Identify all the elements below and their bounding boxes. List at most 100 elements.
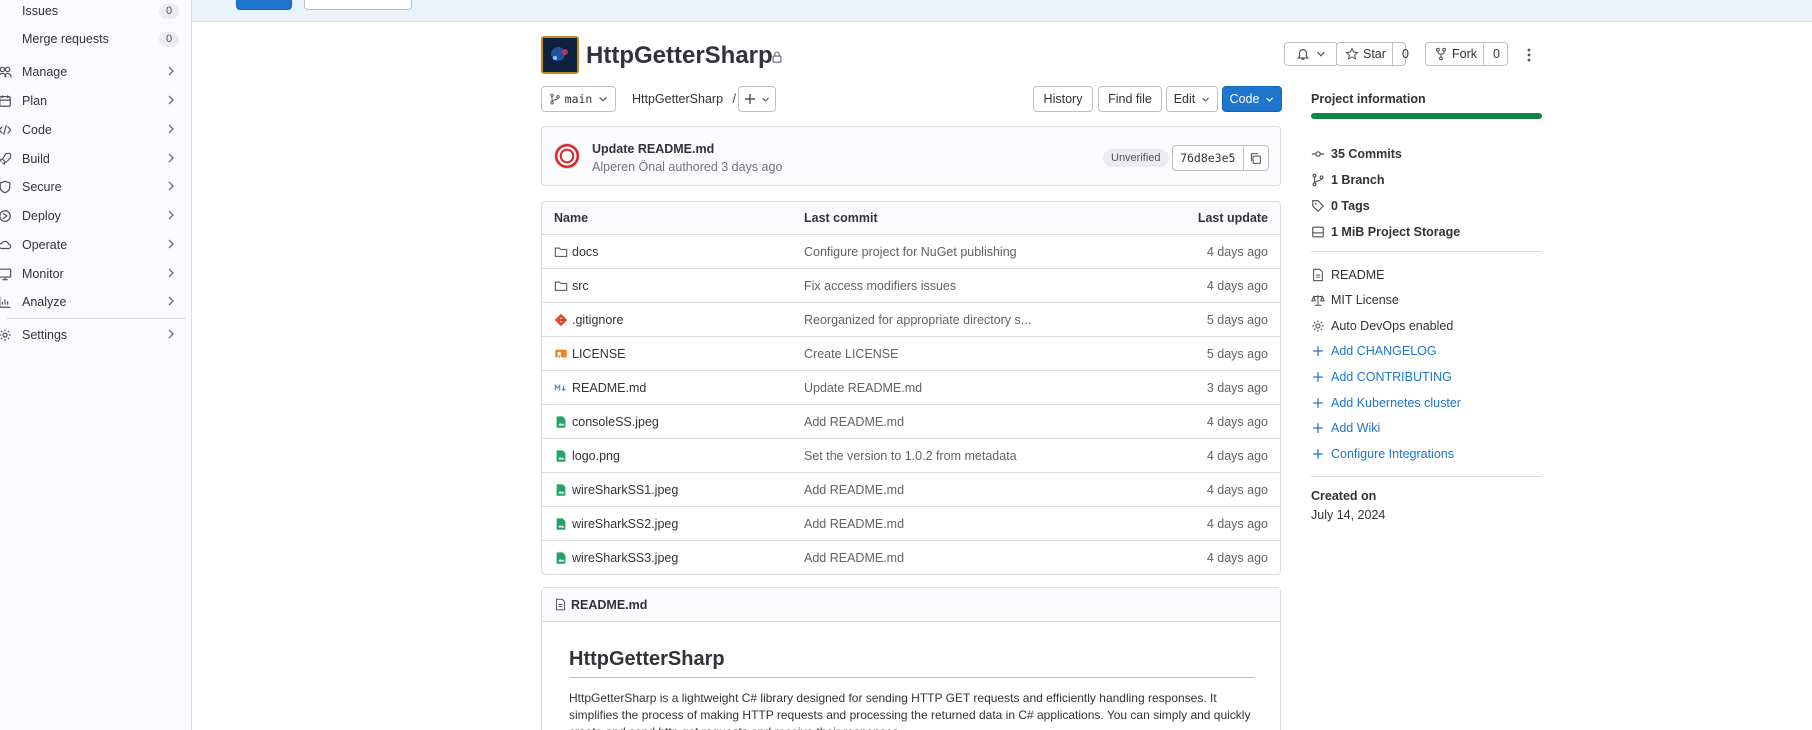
tags-link[interactable]: 0 Tags <box>1311 199 1370 213</box>
commit-message-link[interactable]: Create LICENSE <box>804 347 898 361</box>
table-row[interactable]: consoleSS.jpeg Add README.md 4 days ago <box>542 404 1280 438</box>
storage-icon <box>1312 226 1324 238</box>
sidebar-item-deploy[interactable]: Deploy <box>0 203 191 229</box>
file-name-link[interactable]: consoleSS.jpeg <box>572 415 659 429</box>
table-row[interactable]: wireSharkSS1.jpeg Add README.md 4 days a… <box>542 472 1280 506</box>
commit-message-link[interactable]: Fix access modifiers issues <box>804 279 956 293</box>
sidebar-item-code[interactable]: Code <box>0 117 191 143</box>
image-icon <box>556 552 566 564</box>
license-link[interactable]: MIT License <box>1311 293 1399 307</box>
branch-selector[interactable]: main <box>541 86 616 112</box>
readme-link-label: README <box>1331 268 1385 282</box>
scale-icon <box>1311 294 1325 306</box>
add-kubernetes-label: Add Kubernetes cluster <box>1331 396 1461 410</box>
chevron-right-icon <box>168 181 174 191</box>
add-contributing-link[interactable]: Add CONTRIBUTING <box>1311 370 1452 384</box>
file-name-link[interactable]: logo.png <box>572 449 620 463</box>
configure-integrations-link[interactable]: Configure Integrations <box>1311 447 1454 461</box>
commit-message-link[interactable]: Add README.md <box>804 551 904 565</box>
table-row[interactable]: src Fix access modifiers issues 4 days a… <box>542 268 1280 302</box>
more-actions-icon[interactable] <box>1521 47 1537 63</box>
sidebar-item-plan[interactable]: Plan <box>0 88 191 114</box>
project-title[interactable]: HttpGetterSharp <box>586 42 773 70</box>
star-button[interactable]: Star 0 <box>1336 42 1409 66</box>
commit-message-link[interactable]: Add README.md <box>804 483 904 497</box>
sidebar-item-issues[interactable]: Issues 0 <box>0 0 191 24</box>
fork-count: 0 <box>1483 43 1509 65</box>
last-commit-column-header: Last commit <box>804 211 878 225</box>
file-name-link[interactable]: LICENSE <box>572 347 626 361</box>
find-file-button[interactable]: Find file <box>1098 86 1162 112</box>
last-update: 3 days ago <box>1206 381 1268 395</box>
branches-link[interactable]: 1 Branch <box>1311 173 1385 187</box>
issues-count-badge: 0 <box>159 4 179 19</box>
breadcrumb-project-link[interactable]: HttpGetterSharp <box>632 92 723 106</box>
language-bar[interactable] <box>1311 113 1542 119</box>
commit-message-link[interactable]: Update README.md <box>804 381 922 395</box>
cloud-icon <box>0 240 12 250</box>
commit-message-link[interactable]: Reorganized for appropriate directory s.… <box>804 313 1031 327</box>
add-wiki-link[interactable]: Add Wiki <box>1311 421 1380 435</box>
author-avatar[interactable] <box>554 143 580 169</box>
auto-devops-link[interactable]: Auto DevOps enabled <box>1311 319 1453 333</box>
table-header: Name Last commit Last update <box>542 202 1280 234</box>
table-row[interactable]: docs Configure project for NuGet publish… <box>542 234 1280 268</box>
copy-sha-button[interactable] <box>1244 146 1268 170</box>
plus-icon <box>1313 346 1323 356</box>
last-update: 4 days ago <box>1206 551 1268 565</box>
banner-secondary-button[interactable] <box>304 0 412 10</box>
sidebar-item-build[interactable]: Build <box>0 146 191 172</box>
image-icon <box>556 484 566 496</box>
readme-heading: HttpGetterSharp <box>569 648 1255 678</box>
markdown-icon <box>554 383 566 392</box>
commit-title-link[interactable]: Update README.md <box>592 142 714 156</box>
file-name-link[interactable]: wireSharkSS2.jpeg <box>572 517 678 531</box>
doc-icon <box>555 598 566 611</box>
commits-link[interactable]: 35 Commits <box>1311 147 1402 161</box>
table-row[interactable]: wireSharkSS2.jpeg Add README.md 4 days a… <box>542 506 1280 540</box>
commit-message-link[interactable]: Set the version to 1.0.2 from metadata <box>804 449 1017 463</box>
banner-primary-button[interactable] <box>236 0 292 10</box>
sidebar-item-manage[interactable]: Manage <box>0 59 191 85</box>
last-update: 4 days ago <box>1206 483 1268 497</box>
table-row[interactable]: README.md Update README.md 3 days ago <box>542 370 1280 404</box>
commit-message-link[interactable]: Add README.md <box>804 415 904 429</box>
storage-link[interactable]: 1 MiB Project Storage <box>1311 225 1460 239</box>
add-kubernetes-link[interactable]: Add Kubernetes cluster <box>1311 396 1461 410</box>
project-avatar[interactable] <box>541 36 579 74</box>
plus-icon <box>1313 423 1323 433</box>
table-row[interactable]: .gitignore Reorganized for appropriate d… <box>542 302 1280 336</box>
file-name-link[interactable]: .gitignore <box>572 313 623 327</box>
fork-button[interactable]: Fork 0 <box>1425 42 1508 66</box>
sidebar-item-merge-requests[interactable]: Merge requests 0 <box>0 26 191 52</box>
readme-file-link[interactable]: README.md <box>571 598 647 612</box>
commit-message-link[interactable]: Add README.md <box>804 517 904 531</box>
notification-dropdown[interactable] <box>1284 42 1338 66</box>
commit-sha[interactable]: 76d8e3e5 <box>1173 146 1244 170</box>
sidebar-item-label: Code <box>22 123 52 137</box>
sidebar-item-monitor[interactable]: Monitor <box>0 261 191 287</box>
file-name-link[interactable]: docs <box>572 245 598 259</box>
code-dropdown[interactable]: Code <box>1222 86 1282 112</box>
table-row[interactable]: logo.png Set the version to 1.0.2 from m… <box>542 438 1280 472</box>
file-name-link[interactable]: src <box>572 279 589 293</box>
readme-link[interactable]: README <box>1311 268 1384 282</box>
sidebar-item-settings[interactable]: Settings <box>0 322 191 348</box>
table-row[interactable]: LICENSE Create LICENSE 5 days ago <box>542 336 1280 370</box>
file-name-link[interactable]: wireSharkSS3.jpeg <box>572 551 678 565</box>
unverified-badge[interactable]: Unverified <box>1103 149 1169 167</box>
sidebar-item-secure[interactable]: Secure <box>0 174 191 200</box>
sidebar-item-operate[interactable]: Operate <box>0 232 191 258</box>
edit-dropdown[interactable]: Edit <box>1166 86 1218 112</box>
commits-count: 35 Commits <box>1331 147 1402 161</box>
sidebar-item-analyze[interactable]: Analyze <box>0 289 191 315</box>
readme-header: README.md <box>542 588 1280 622</box>
history-button[interactable]: History <box>1033 86 1093 112</box>
add-dropdown[interactable] <box>738 86 776 112</box>
file-name-link[interactable]: README.md <box>572 381 646 395</box>
add-changelog-link[interactable]: Add CHANGELOG <box>1311 344 1437 358</box>
chevron-down-icon <box>1317 51 1325 57</box>
table-row[interactable]: wireSharkSS3.jpeg Add README.md 4 days a… <box>542 540 1280 574</box>
file-name-link[interactable]: wireSharkSS1.jpeg <box>572 483 678 497</box>
commit-message-link[interactable]: Configure project for NuGet publishing <box>804 245 1017 259</box>
